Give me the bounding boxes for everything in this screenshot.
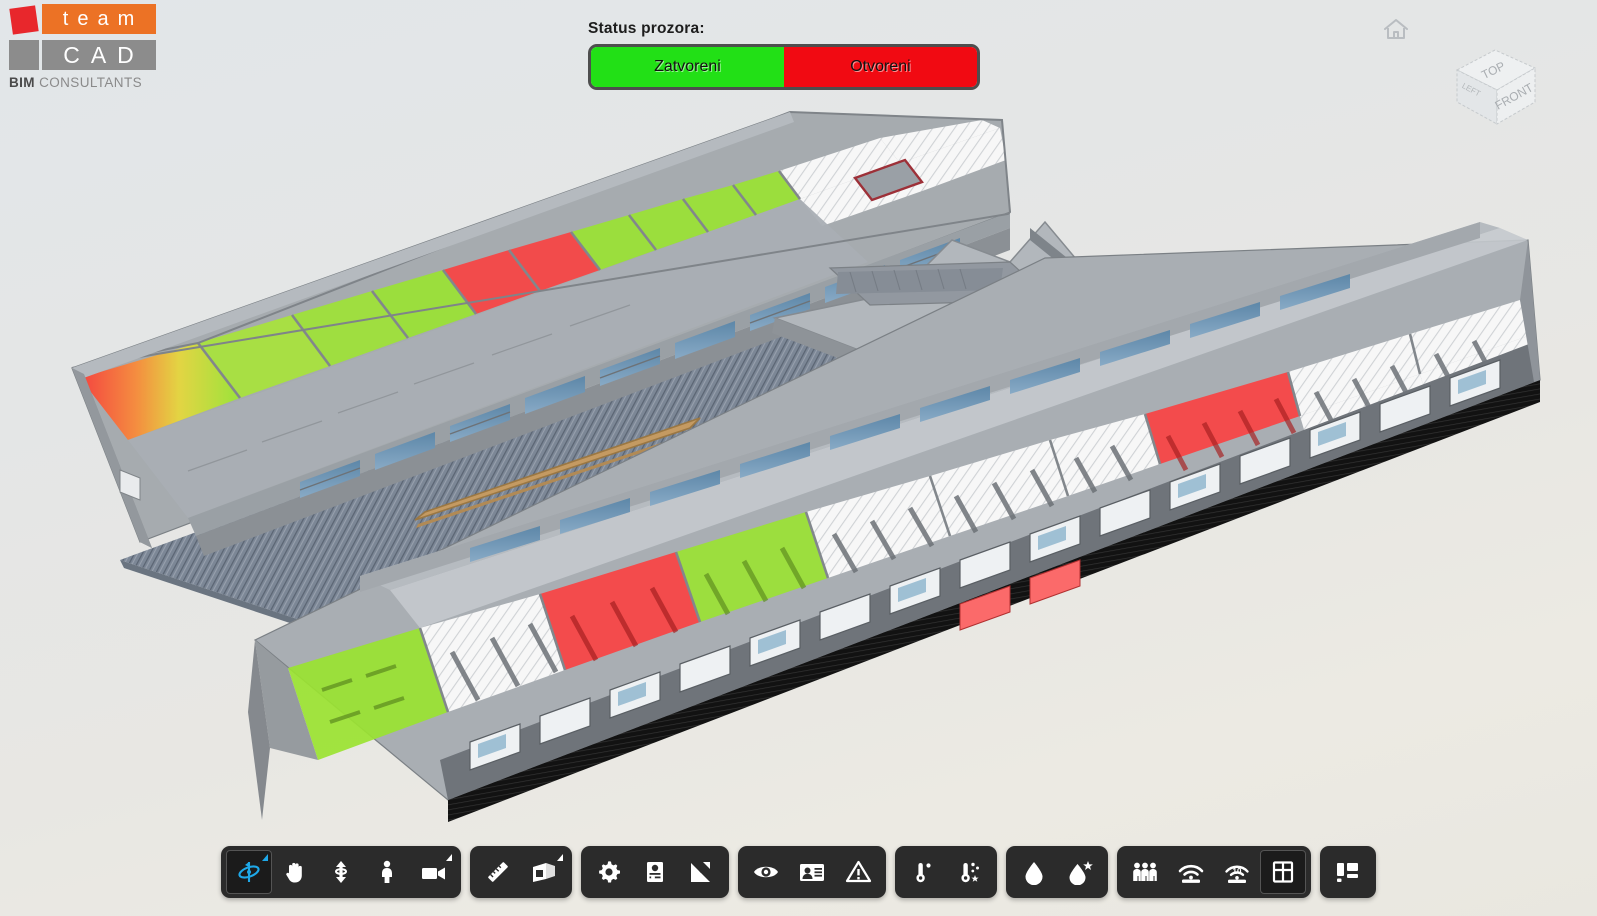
co2-sensor-button[interactable]: 10 xyxy=(1214,850,1260,894)
building-model[interactable] xyxy=(0,0,1597,916)
logo-top-row: team xyxy=(6,4,156,70)
orbit-button[interactable] xyxy=(226,850,272,894)
alarms-button[interactable] xyxy=(835,850,881,894)
walk-button[interactable] xyxy=(364,850,410,894)
camera-caret-icon[interactable] xyxy=(446,854,452,861)
dashboard-layout-icon xyxy=(1337,863,1358,882)
logo-team-text: team xyxy=(42,4,156,34)
pan-button[interactable] xyxy=(272,850,318,894)
eye-icon xyxy=(754,866,778,878)
toolbar-group-humidity xyxy=(1006,846,1108,898)
ruler-icon xyxy=(488,862,508,882)
logo-red-square xyxy=(9,5,39,35)
section-box-caret-icon[interactable] xyxy=(557,854,563,861)
camera-button[interactable] xyxy=(410,850,456,894)
status-segment-closed[interactable]: Zatvoreni xyxy=(591,47,784,87)
warning-icon xyxy=(845,860,871,883)
droplet-icon xyxy=(1025,862,1043,885)
thermometer-snow-icon xyxy=(961,862,979,883)
target-humidity-button[interactable] xyxy=(1057,850,1103,894)
view-cube[interactable]: TOP FRONT LEFT xyxy=(1443,40,1548,130)
pan-hand-icon xyxy=(286,862,302,883)
visibility-button[interactable] xyxy=(743,850,789,894)
logo-tagline-rest: CONSULTANTS xyxy=(34,75,143,90)
dashboard-button[interactable] xyxy=(1325,850,1371,894)
walk-person-icon xyxy=(382,860,392,883)
bottom-toolbar[interactable]: 10 xyxy=(0,846,1597,898)
logo-spacer xyxy=(6,36,42,70)
status-title: Status prozora: xyxy=(588,20,705,37)
expand-arrow-icon xyxy=(691,862,710,882)
humidity-button[interactable] xyxy=(1011,850,1057,894)
cad-viewer-app: team CAD BIM CONSULTANTS Status prozora:… xyxy=(0,0,1597,916)
toolbar-group-navigation xyxy=(221,846,461,898)
toolbar-group-settings xyxy=(581,846,729,898)
section-box-icon xyxy=(533,863,555,882)
properties-button[interactable] xyxy=(632,850,678,894)
windows-button[interactable] xyxy=(1260,850,1306,894)
people-group-icon xyxy=(1133,862,1157,881)
info-card-button[interactable] xyxy=(789,850,835,894)
logo-tagline: BIM CONSULTANTS xyxy=(6,75,156,90)
thermometer-sun-icon xyxy=(916,863,931,883)
3d-viewport[interactable] xyxy=(0,0,1597,916)
brand-logo: team CAD BIM CONSULTANTS xyxy=(6,4,156,90)
toolbar-group-measure xyxy=(470,846,572,898)
zoom-button[interactable] xyxy=(318,850,364,894)
id-card-icon xyxy=(800,864,824,881)
status-segment-open[interactable]: Otvoreni xyxy=(784,47,977,87)
camera-icon xyxy=(422,867,445,880)
toolbar-group-sensors: 10 xyxy=(1117,846,1311,898)
zoom-updown-icon xyxy=(335,861,347,883)
target-temperature-button[interactable] xyxy=(946,850,992,894)
logo-tagline-bold: BIM xyxy=(9,75,35,90)
toolbar-group-temperature xyxy=(895,846,997,898)
wifi-sensor-button[interactable] xyxy=(1168,850,1214,894)
status-legend-bar[interactable]: Zatvoreni Otvoreni xyxy=(588,44,980,90)
wifi-sensor-icon xyxy=(1178,864,1204,883)
droplet-star-icon xyxy=(1069,861,1093,885)
occupancy-button[interactable] xyxy=(1122,850,1168,894)
logo-bottom-row: CAD xyxy=(6,36,156,70)
orbit-caret-icon[interactable] xyxy=(262,854,268,861)
toolbar-group-visibility xyxy=(738,846,886,898)
fullscreen-button[interactable] xyxy=(678,850,724,894)
logo-cad-text: CAD xyxy=(42,40,156,70)
svg-text:10: 10 xyxy=(1233,867,1242,876)
settings-button[interactable] xyxy=(586,850,632,894)
window-icon xyxy=(1272,861,1294,883)
measure-button[interactable] xyxy=(475,850,521,894)
sliders-panel-icon xyxy=(647,862,663,882)
home-icon[interactable] xyxy=(1383,17,1409,41)
temperature-button[interactable] xyxy=(900,850,946,894)
co2-sensor-icon: 10 xyxy=(1225,865,1249,883)
orbit-icon xyxy=(238,862,260,882)
section-box-button[interactable] xyxy=(521,850,567,894)
window-status-panel: Status prozora: Zatvoreni Otvoreni xyxy=(588,20,980,90)
logo-red-square-wrap xyxy=(6,4,42,70)
gear-icon xyxy=(599,861,620,883)
toolbar-group-layout xyxy=(1320,846,1376,898)
